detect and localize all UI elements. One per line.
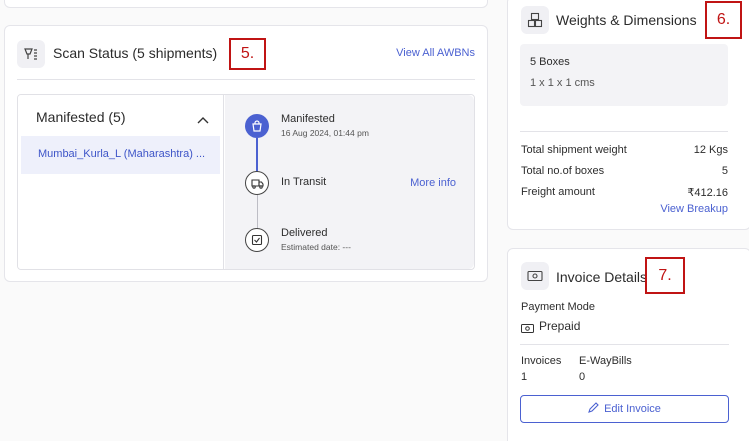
more-info-link[interactable]: More info (410, 177, 456, 189)
scan-status-card: Scan Status (5 shipments) View All AWBNs… (4, 25, 488, 282)
timeline-panel: Manifested 16 Aug 2024, 01:44 pm In Tran… (225, 95, 474, 269)
invoice-details-card: Invoice Details 7. Payment Mode Prepaid … (507, 248, 749, 441)
view-breakup-link[interactable]: View Breakup (660, 203, 728, 215)
weights-dimensions-title: Weights & Dimensions (556, 12, 697, 28)
truck-icon (245, 171, 269, 195)
timeline-label-delivered: Delivered (281, 227, 328, 239)
scan-status-body: Manifested (5) Mumbai_Kurla_L (Maharasht… (17, 94, 475, 270)
invoices-value: 1 (521, 371, 528, 383)
annotation-marker-6: 6. (705, 1, 742, 39)
group-title[interactable]: Manifested (5) (36, 109, 125, 125)
scanner-icon (17, 40, 45, 68)
previous-card (4, 0, 488, 8)
payment-cash-icon (521, 321, 534, 339)
shipment-group-list: Manifested (5) Mumbai_Kurla_L (Maharasht… (18, 95, 224, 269)
ewaybills-label: E-WayBills (579, 355, 632, 367)
box-dimensions: 1 x 1 x 1 cms (530, 77, 595, 89)
timeline-sub-delivered: Estimated date: --- (281, 242, 351, 252)
payment-mode-label: Payment Mode (521, 301, 595, 313)
freight-amount-value: ₹412.16 (687, 187, 728, 199)
total-boxes-value: 5 (721, 165, 728, 177)
box-summary: 5 Boxes 1 x 1 x 1 cms (520, 44, 728, 106)
total-weight-label: Total shipment weight (521, 144, 627, 156)
list-item-mumbai-kurla[interactable]: Mumbai_Kurla_L (Maharashtra) ... (21, 136, 220, 174)
divider (520, 131, 728, 132)
cash-icon (521, 262, 549, 290)
boxes-icon (521, 6, 549, 34)
chevron-up-icon[interactable] (197, 111, 209, 129)
timeline-label-in-transit: In Transit (281, 176, 327, 188)
scan-timeline: Manifested 16 Aug 2024, 01:44 pm In Tran… (225, 95, 474, 269)
ewaybills-value: 0 (579, 371, 586, 383)
annotation-marker-5: 5. (229, 38, 266, 70)
package-check-icon (245, 228, 269, 252)
total-weight-value: 12 Kgs (693, 144, 728, 156)
freight-amount-label: Freight amount (521, 186, 595, 198)
scan-status-title: Scan Status (5 shipments) (53, 45, 218, 61)
timeline-sub-manifested: 16 Aug 2024, 01:44 pm (281, 128, 369, 138)
weights-dimensions-card: Weights & Dimensions 6. 5 Boxes 1 x 1 x … (507, 0, 749, 230)
box-count: 5 Boxes (530, 56, 570, 68)
edit-invoice-label: Edit Invoice (604, 403, 661, 415)
pencil-icon (588, 402, 599, 416)
annotation-marker-7: 7. (645, 257, 685, 294)
view-all-awbns-link[interactable]: View All AWBNs (396, 47, 475, 59)
timeline-label-manifested: Manifested (281, 113, 335, 125)
total-boxes-label: Total no.of boxes (521, 165, 605, 177)
invoices-label: Invoices (521, 355, 562, 367)
shopping-bag-icon (245, 114, 269, 138)
edit-invoice-button[interactable]: Edit Invoice (520, 395, 729, 423)
invoice-details-title: Invoice Details (556, 269, 648, 285)
divider (520, 344, 729, 345)
payment-mode-value: Prepaid (539, 319, 581, 333)
